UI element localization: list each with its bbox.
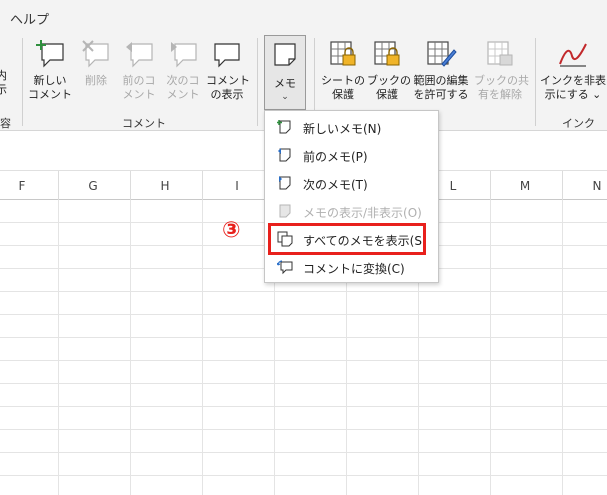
protect-book-icon <box>374 41 400 66</box>
new-note-icon <box>277 120 291 134</box>
grid-line <box>562 200 563 495</box>
menu-item-label: 前のメモ(P) <box>303 150 368 164</box>
unshare-book-button[interactable]: ブックの共 有を解除 <box>474 38 529 102</box>
prev-note-icon <box>278 148 291 162</box>
unshare-book-line1: ブックの共 <box>474 74 529 87</box>
protect-book-button[interactable]: ブックの 保護 <box>367 38 411 102</box>
separator <box>22 38 23 126</box>
show-comments-button[interactable]: コメント の表示 <box>206 38 250 102</box>
prev-comment-icon <box>126 42 153 68</box>
partial-left-button[interactable]: 内 示 <box>0 69 10 97</box>
menu-item-label: 次のメモ(T) <box>303 178 368 192</box>
memo-dropdown-menu: 新しいメモ(N) 前のメモ(P) 次のメモ(T) メモの表示/非表示(O) すべ… <box>264 110 439 283</box>
new-comment-button[interactable]: 新しい コメント <box>28 38 72 102</box>
menu-item-new-note[interactable]: 新しいメモ(N) <box>265 113 438 141</box>
protect-book-line2: 保護 <box>376 88 398 101</box>
delete-comment-button[interactable]: 削除 <box>76 38 116 88</box>
comment-group-label: コメント <box>122 117 166 130</box>
separator <box>257 38 258 126</box>
partial-left-line2: 示 <box>0 83 7 96</box>
memo-dropdown-button[interactable]: メモ ⌄ <box>264 35 306 110</box>
delete-comment-icon <box>82 40 109 68</box>
menu-item-label: 新しいメモ(N) <box>303 122 382 136</box>
column-header-i[interactable]: I <box>227 179 247 193</box>
chevron-down-icon: ⌄ <box>281 92 289 102</box>
next-comment-line2: メント <box>166 88 200 101</box>
column-divider[interactable] <box>562 171 563 200</box>
highlight-box <box>268 223 426 255</box>
new-comment-icon <box>36 40 64 68</box>
column-divider[interactable] <box>490 171 491 200</box>
ink-group-label: インク <box>562 117 595 130</box>
show-comments-line2: の表示 <box>210 88 244 101</box>
next-comment-button[interactable]: 次のコ メント <box>162 38 204 102</box>
column-divider[interactable] <box>202 171 203 200</box>
menu-item-prev-note[interactable]: 前のメモ(P) <box>265 141 438 169</box>
column-divider[interactable] <box>58 171 59 200</box>
grid-line <box>130 200 131 495</box>
new-comment-line2: コメント <box>28 88 72 101</box>
protect-sheet-line1: シートの <box>321 74 365 87</box>
protect-sheet-icon <box>330 41 356 66</box>
protect-sheet-button[interactable]: シートの 保護 <box>320 38 366 102</box>
next-comment-icon <box>171 42 197 68</box>
ink-icon <box>559 43 587 67</box>
next-comment-line1: 次のコ <box>166 74 200 87</box>
menu-item-next-note[interactable]: 次のメモ(T) <box>265 169 438 197</box>
protect-sheet-line2: 保護 <box>332 88 354 101</box>
protect-book-line1: ブックの <box>367 74 411 87</box>
tab-help[interactable]: ヘルプ <box>10 9 49 28</box>
separator <box>535 38 536 126</box>
menu-item-label: メモの表示/非表示(O) <box>303 206 422 220</box>
allow-edit-range-button[interactable]: 範囲の編集 を許可する <box>410 38 472 102</box>
memo-icon <box>274 43 296 66</box>
column-header-f[interactable]: F <box>12 179 32 193</box>
allow-edit-range-line2: を許可する <box>413 88 469 101</box>
grid-line <box>490 200 491 495</box>
grid-line <box>58 200 59 495</box>
allow-edit-range-icon <box>427 41 457 67</box>
hide-ink-button[interactable]: インクを非表 示にする ⌄ <box>540 38 606 102</box>
convert-comment-icon <box>277 260 293 275</box>
next-note-icon <box>279 176 291 190</box>
show-comments-icon <box>214 43 240 68</box>
prev-comment-button[interactable]: 前のコ メント <box>118 38 160 102</box>
step-number: ③ <box>222 218 241 243</box>
column-header-m[interactable]: M <box>515 179 535 193</box>
ribbon-tab-bar: ヘルプ <box>0 0 607 32</box>
memo-label: メモ <box>274 77 296 90</box>
column-divider[interactable] <box>130 171 131 200</box>
hide-ink-line1: インクを非表 <box>540 74 606 87</box>
new-comment-line1: 新しい <box>33 74 67 87</box>
allow-edit-range-line1: 範囲の編集 <box>413 74 469 87</box>
column-header-l[interactable]: L <box>443 179 463 193</box>
column-header-n[interactable]: N <box>587 179 607 193</box>
unshare-book-line2: 有を解除 <box>478 88 522 101</box>
toggle-note-icon <box>279 204 291 218</box>
prev-comment-line2: メント <box>122 88 156 101</box>
hide-ink-line2: 示にする ⌄ <box>544 88 602 101</box>
grid-line <box>202 200 203 495</box>
menu-item-convert-to-comment[interactable]: コメントに変換(C) <box>265 253 438 281</box>
menu-item-label: コメントに変換(C) <box>303 262 405 276</box>
menu-item-toggle-note[interactable]: メモの表示/非表示(O) <box>265 197 438 225</box>
column-header-g[interactable]: G <box>83 179 103 193</box>
delete-comment-label: 削除 <box>85 74 107 87</box>
partial-left-group-label: 容 <box>0 117 11 130</box>
unshare-book-icon <box>487 41 513 66</box>
partial-left-line1: 内 <box>0 69 7 82</box>
column-header-h[interactable]: H <box>155 179 175 193</box>
prev-comment-line1: 前のコ <box>122 74 156 87</box>
show-comments-line1: コメント <box>206 74 250 87</box>
